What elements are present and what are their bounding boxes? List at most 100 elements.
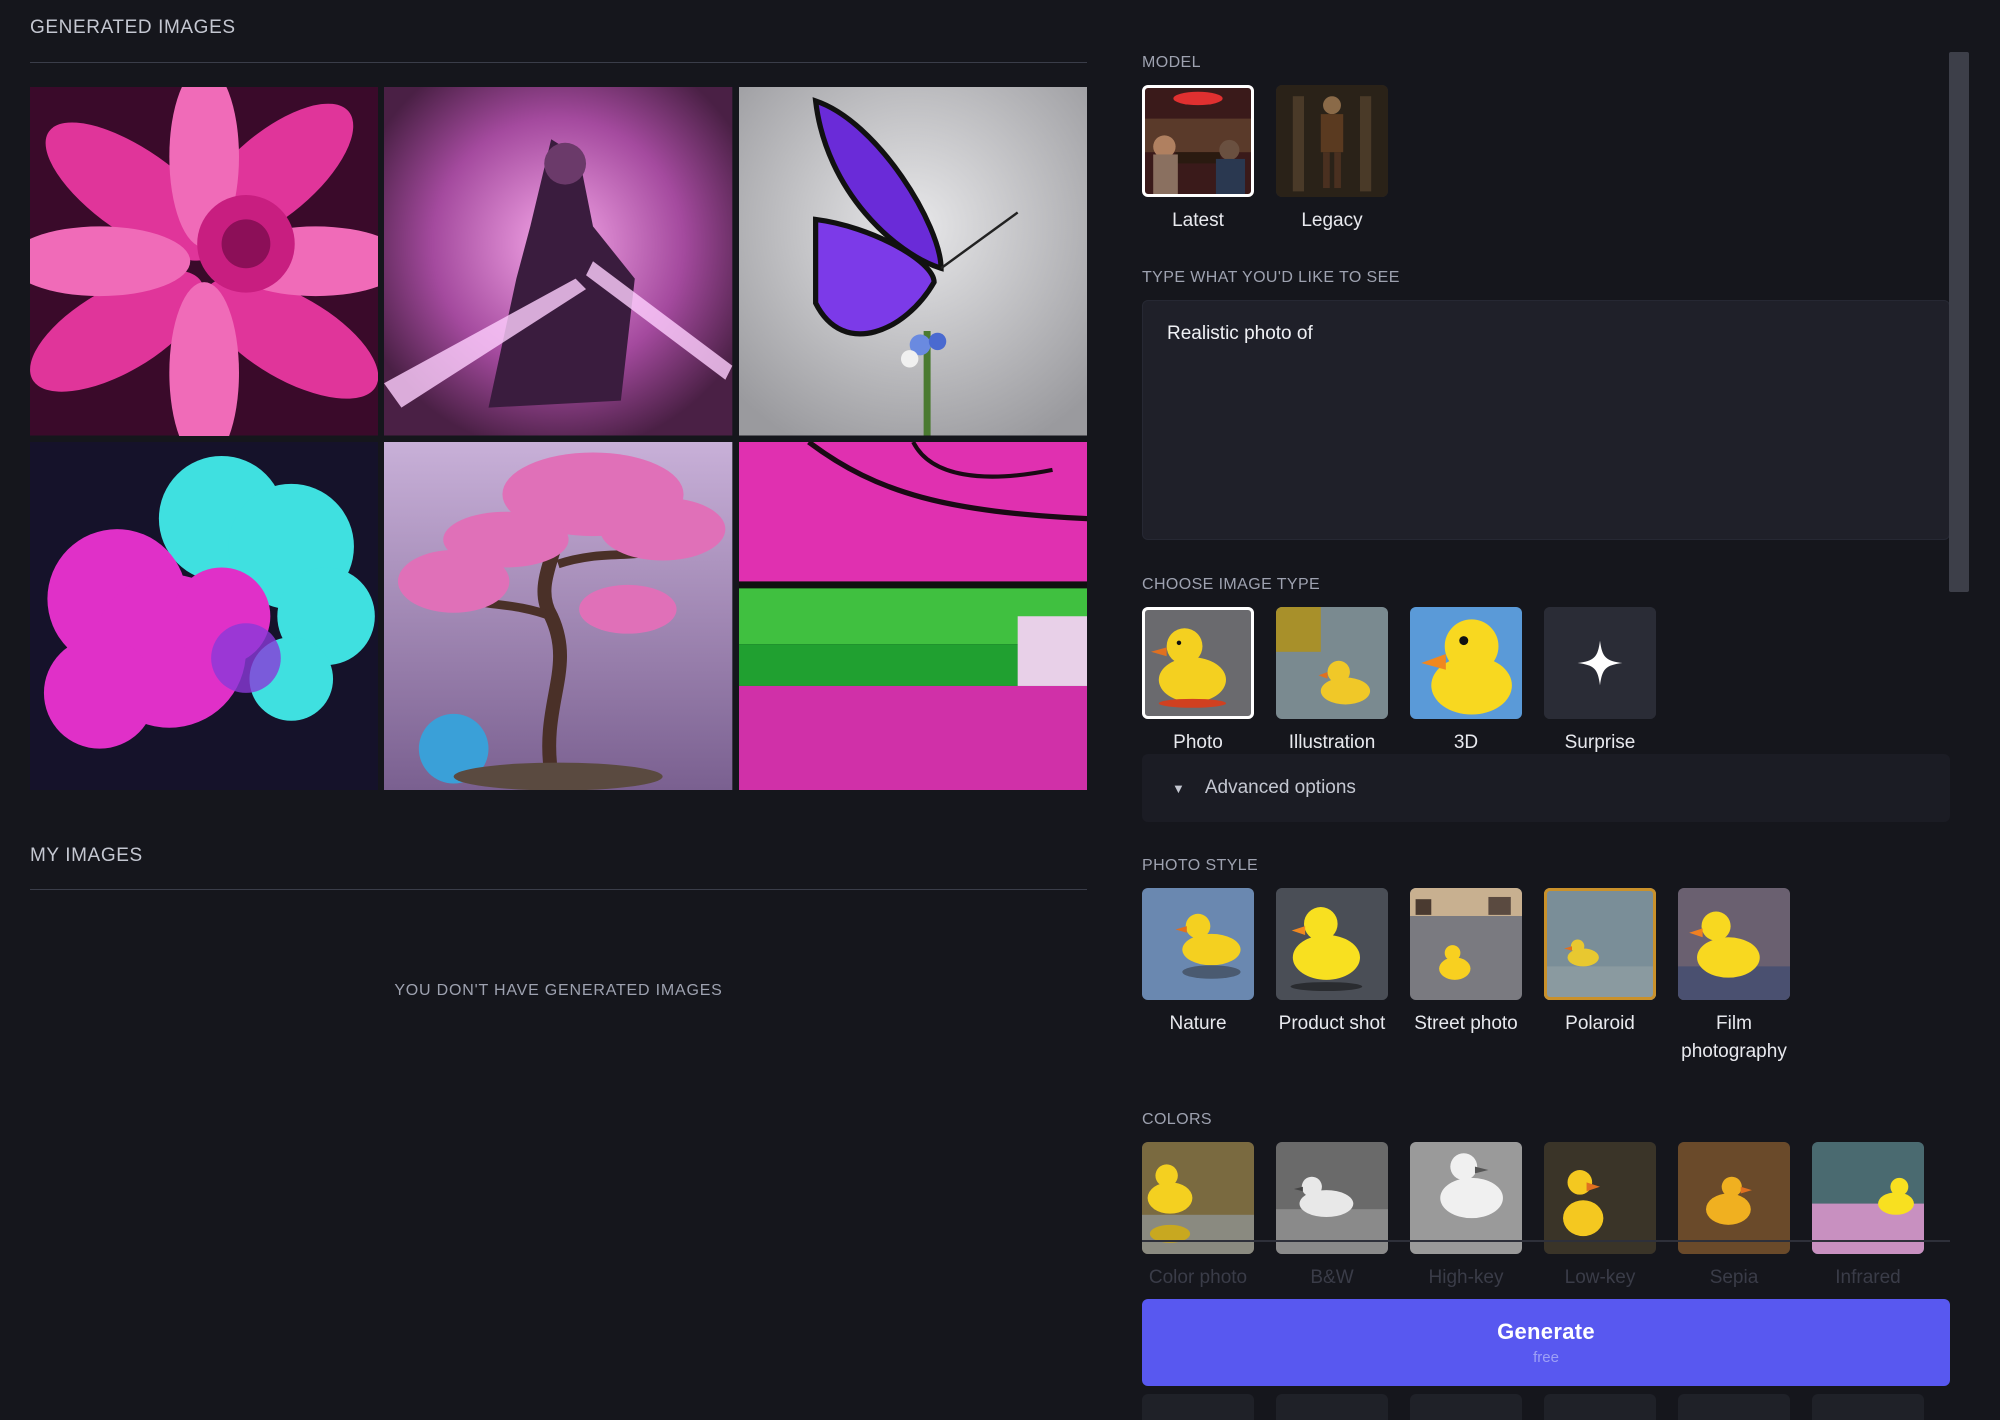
duck-product-icon — [1276, 888, 1388, 1000]
duck-sepia-icon — [1678, 1142, 1790, 1254]
photo-style-thumb[interactable] — [1142, 888, 1254, 1000]
generated-image[interactable] — [30, 87, 379, 436]
colors-thumb[interactable] — [1544, 1142, 1656, 1254]
model-option-latest[interactable]: Latest — [1142, 85, 1254, 235]
duck-street-icon — [1410, 888, 1522, 1000]
model-option-label: Latest — [1172, 210, 1224, 231]
scrollbar[interactable] — [1949, 0, 1969, 1420]
photo-style-thumb[interactable] — [1410, 888, 1522, 1000]
image-type-label-text: Surprise — [1564, 732, 1636, 753]
colors-color-photo[interactable]: Color photo — [1142, 1142, 1254, 1292]
scrollbar-thumb[interactable] — [1949, 52, 1969, 592]
duck-high-key-icon — [1410, 1142, 1522, 1254]
pink-flower-image — [30, 87, 379, 436]
photo-style-film-photography[interactable]: Film photography — [1678, 888, 1790, 1066]
image-type-3d[interactable]: 3D — [1410, 607, 1522, 757]
model-option-label: Legacy — [1301, 210, 1363, 231]
image-type-options: Photo Illustration 3D Surprise — [1142, 607, 1656, 757]
peek-thumb — [1410, 1394, 1522, 1420]
colors-infrared[interactable]: Infrared — [1812, 1142, 1924, 1292]
generated-images-title: GENERATED IMAGES — [30, 17, 236, 38]
photo-style-street-photo[interactable]: Street photo — [1410, 888, 1522, 1066]
caret-down-icon: ▼ — [1172, 780, 1185, 796]
colors-label-text: Low-key — [1564, 1267, 1636, 1288]
photo-style-label: PHOTO STYLE — [1142, 857, 1259, 874]
colors-high-key[interactable]: High-key — [1410, 1142, 1522, 1292]
colors-thumb[interactable] — [1142, 1142, 1254, 1254]
photo-style-thumb[interactable] — [1276, 888, 1388, 1000]
my-images-title: MY IMAGES — [30, 845, 143, 866]
colors-label-text: Color photo — [1148, 1267, 1248, 1288]
duck-photo-icon — [1142, 607, 1254, 719]
generated-image[interactable] — [384, 87, 733, 436]
photo-style-label-text: Film photography — [1681, 1013, 1787, 1062]
portrait-painting-icon — [1276, 85, 1388, 197]
colors-thumb[interactable] — [1678, 1142, 1790, 1254]
duck-low-key-icon — [1544, 1142, 1656, 1254]
colors-options: Color photo B&W High-key Low-key Sepia I… — [1142, 1142, 1924, 1292]
duck-illustration-icon — [1276, 607, 1388, 719]
photo-style-options: Nature Product shot Street photo Polaroi… — [1142, 888, 1790, 1066]
color-smoke-image — [30, 441, 379, 790]
colors-sepia[interactable]: Sepia — [1678, 1142, 1790, 1292]
advanced-options-toggle[interactable]: ▼ Advanced options — [1142, 754, 1950, 822]
duck-nature-icon — [1142, 888, 1254, 1000]
sparkle-icon — [1544, 607, 1656, 719]
generated-image[interactable] — [738, 87, 1087, 436]
photo-style-thumb[interactable] — [1544, 888, 1656, 1000]
model-label: MODEL — [1142, 54, 1201, 71]
photo-style-product-shot[interactable]: Product shot — [1276, 888, 1388, 1066]
purple-butterfly-image — [738, 87, 1087, 436]
image-type-photo[interactable]: Photo — [1142, 607, 1254, 757]
peek-thumb — [1142, 1394, 1254, 1420]
colors-bw[interactable]: B&W — [1276, 1142, 1388, 1292]
image-type-thumb[interactable] — [1410, 607, 1522, 719]
image-type-label-text: 3D — [1453, 732, 1479, 753]
image-type-thumb[interactable] — [1544, 607, 1656, 719]
photo-style-label-text: Product shot — [1278, 1013, 1386, 1034]
duck-film-icon — [1678, 888, 1790, 1000]
model-options: Latest Legacy — [1142, 85, 1388, 235]
image-type-surprise[interactable]: Surprise — [1544, 607, 1656, 757]
photo-style-label-text: Nature — [1169, 1013, 1227, 1034]
generated-image[interactable] — [30, 441, 379, 790]
peek-thumb — [1276, 1394, 1388, 1420]
colors-label-text: Sepia — [1709, 1267, 1759, 1288]
duck-bw-icon — [1276, 1142, 1388, 1254]
image-type-label: CHOOSE IMAGE TYPE — [1142, 576, 1321, 593]
photo-style-label-text: Polaroid — [1565, 1013, 1635, 1034]
generated-image[interactable] — [384, 441, 733, 790]
model-option-legacy[interactable]: Legacy — [1276, 85, 1388, 235]
photo-style-polaroid[interactable]: Polaroid — [1544, 888, 1656, 1066]
image-type-label-text: Illustration — [1288, 732, 1376, 753]
photo-style-thumb[interactable] — [1678, 888, 1790, 1000]
colors-thumb[interactable] — [1276, 1142, 1388, 1254]
bonsai-tree-image — [384, 441, 733, 790]
settings-panel: MODEL Latest Legacy TYPE WHAT YOU'D LIKE… — [1142, 0, 1969, 1420]
image-type-illustration[interactable]: Illustration — [1276, 607, 1388, 757]
model-thumb[interactable] — [1142, 85, 1254, 197]
colors-label-text: High-key — [1428, 1267, 1504, 1288]
diner-scene-icon — [1142, 85, 1254, 197]
colors-low-key[interactable]: Low-key — [1544, 1142, 1656, 1292]
colors-thumb[interactable] — [1812, 1142, 1924, 1254]
photo-style-label-text: Street photo — [1414, 1013, 1518, 1034]
model-thumb[interactable] — [1276, 85, 1388, 197]
cherry-lake-image — [738, 441, 1087, 790]
colors-label: COLORS — [1142, 1111, 1212, 1128]
generate-sublabel: free — [1533, 1349, 1559, 1366]
peek-thumb — [1544, 1394, 1656, 1420]
pink-warrior-image — [384, 87, 733, 436]
colors-label-text: B&W — [1310, 1267, 1354, 1288]
peek-thumb — [1678, 1394, 1790, 1420]
generate-button[interactable]: Generate free — [1142, 1299, 1950, 1386]
photo-style-nature[interactable]: Nature — [1142, 888, 1254, 1066]
peek-thumb — [1812, 1394, 1924, 1420]
image-type-thumb[interactable] — [1142, 607, 1254, 719]
colors-thumb[interactable] — [1410, 1142, 1522, 1254]
prompt-input[interactable]: Realistic photo of — [1142, 300, 1950, 540]
image-type-thumb[interactable] — [1276, 607, 1388, 719]
more-options-peek — [1142, 1394, 1924, 1420]
generated-image[interactable] — [738, 441, 1087, 790]
advanced-options-label: Advanced options — [1204, 777, 1356, 798]
